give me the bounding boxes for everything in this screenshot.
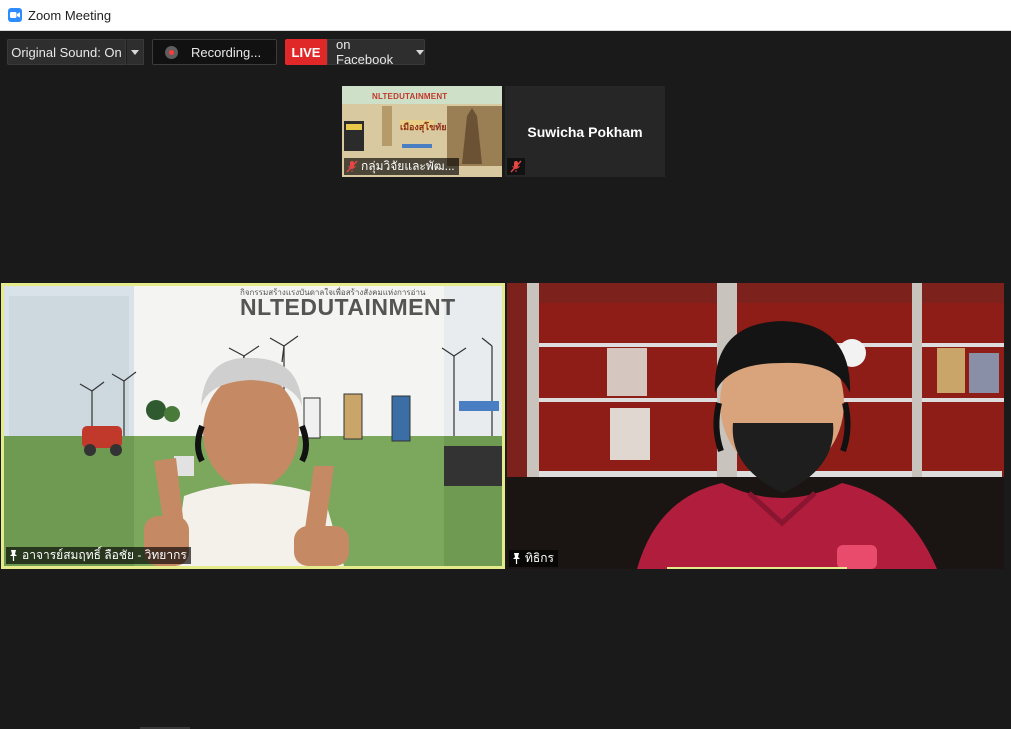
pin-icon [511, 552, 522, 565]
pin-icon [8, 549, 19, 562]
original-sound-control: Original Sound: On [7, 39, 144, 65]
live-target-button[interactable]: on Facebook [327, 37, 425, 67]
recording-label: Recording... [191, 44, 262, 60]
participant-name: อาจารย์สมฤทธิ์ ลือชัย - วิทยากร [22, 548, 187, 562]
zoom-logo-icon [8, 8, 22, 22]
chevron-down-icon [131, 49, 139, 55]
meeting-stage: Original Sound: On Recording... LIVE on … [0, 31, 1011, 729]
participant-name-label: อาจารย์สมฤทธิ์ ลือชัย - วิทยากร [6, 547, 191, 564]
participant-thumbnail-2[interactable]: Suwicha Pokham [505, 86, 665, 177]
window-title: Zoom Meeting [28, 7, 112, 23]
mic-muted-icon [346, 160, 358, 173]
speaker-banner-subtitle: กิจกรรมสร้างแรงบันดาลใจเพื่อสร้างสังคมแห… [240, 288, 426, 297]
chevron-down-icon [416, 49, 424, 55]
participant-mute-status [507, 158, 525, 175]
original-sound-button[interactable]: Original Sound: On [7, 39, 126, 65]
live-stream-control: LIVE on Facebook [285, 37, 425, 67]
participant-name-label: ทิธิกร [509, 550, 558, 567]
thumbnail-banner-subtitle: เมืองสุโขทัย [400, 122, 447, 132]
thumbnail-banner-title: NLTEDUTAINMENT [372, 92, 448, 101]
video-tile-active-speaker[interactable]: NLTEDUTAINMENT กิจกรรมสร้างแรงบันดาลใจเพ… [1, 283, 505, 569]
video-tile-participant[interactable]: ทิธิกร [507, 283, 1004, 569]
participant-name: กลุ่มวิจัยและพัฒ... [361, 159, 455, 173]
participant-name: ทิธิกร [525, 551, 554, 565]
mic-muted-icon [510, 160, 522, 173]
participant-name: Suwicha Pokham [527, 123, 643, 140]
participant-video-frame [507, 283, 1004, 569]
title-bar: Zoom Meeting [0, 0, 1011, 31]
live-target-label: on Facebook [336, 37, 394, 67]
live-badge[interactable]: LIVE [285, 39, 327, 65]
participant-name-label: กลุ่มวิจัยและพัฒ... [344, 158, 459, 175]
participant-thumbnail-1[interactable]: NLTEDUTAINMENT เมืองสุโขทัย กลุ่มวิจัยแล… [342, 86, 502, 177]
speaker-video-frame [4, 286, 502, 566]
original-sound-dropdown[interactable] [126, 39, 144, 65]
record-dot-icon [165, 45, 178, 59]
recording-indicator[interactable]: Recording... [152, 39, 277, 65]
